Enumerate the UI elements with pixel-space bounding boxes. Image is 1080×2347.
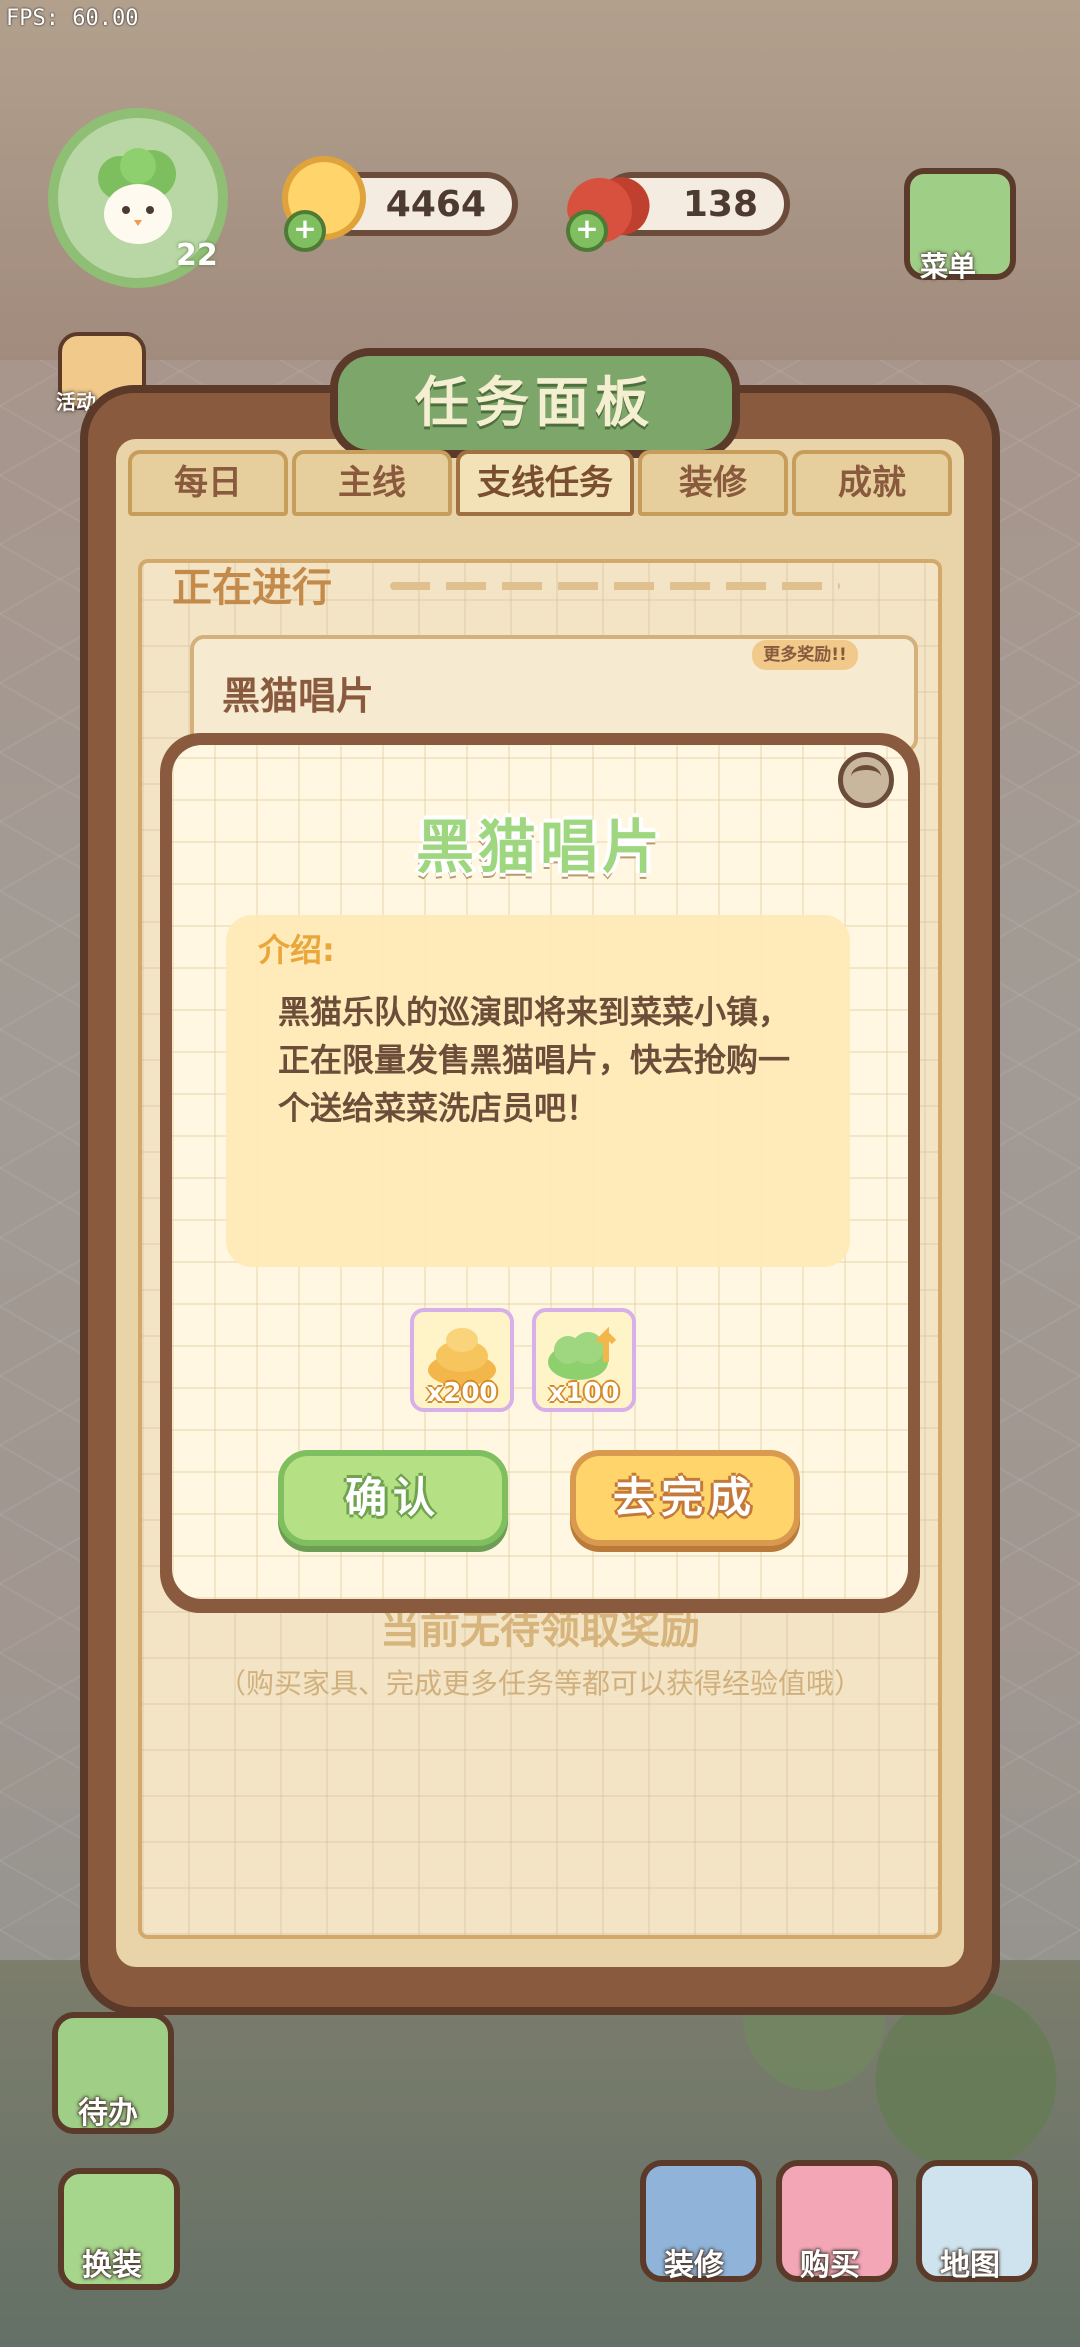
tab-achievement[interactable]: 成就 (792, 450, 952, 516)
tab-main[interactable]: 主线 (292, 450, 452, 516)
tab-side-quest[interactable]: 支线任务 (456, 450, 634, 516)
map-label: 地图 (940, 2248, 1000, 2283)
go-complete-button[interactable]: 去完成 (570, 1450, 800, 1546)
confirm-button[interactable]: 确认 (278, 1450, 508, 1546)
panel-title: 任务面板 (415, 371, 655, 434)
shop-label: 购买 (800, 2248, 860, 2283)
reward-item-coins[interactable]: x200 (410, 1308, 514, 1412)
todo-label: 待办 (78, 2096, 138, 2131)
more-reward-badge: 更多奖励!! (752, 640, 858, 670)
add-hearts-button[interactable]: + (566, 210, 608, 252)
section-divider (390, 582, 840, 590)
intro-text: 黑猫乐队的巡演即将来到菜菜小镇，正在限量发售黑猫唱片，快去抢购一个送给菜菜洗店员… (278, 993, 791, 1127)
tab-daily[interactable]: 每日 (128, 450, 288, 516)
fps-counter: FPS: 60.00 (6, 6, 139, 31)
tab-decorate[interactable]: 装修 (638, 450, 788, 516)
sprout-avatar-icon (98, 148, 176, 244)
empty-reward-subtitle: （购买家具、完成更多任务等都可以获得经验值哦） (217, 1667, 862, 1700)
decorate-label: 装修 (664, 2248, 724, 2283)
reward-qty-exp: x100 (548, 1378, 620, 1408)
player-level: 22 (176, 238, 218, 273)
task-card-title: 黑猫唱片 (222, 674, 375, 718)
heart-value: 138 (682, 184, 758, 225)
dress-up-label: 换装 (82, 2248, 142, 2283)
menu-label: 菜单 (920, 250, 977, 283)
section-in-progress: 正在进行 (172, 565, 332, 611)
dialog-title: 黑猫唱片 (415, 813, 664, 881)
add-coins-button[interactable]: + (284, 210, 326, 252)
intro-label: 介绍: (258, 931, 335, 969)
reward-qty-coins: x200 (426, 1378, 498, 1408)
reward-item-exp[interactable]: x100 (532, 1308, 636, 1412)
coin-value: 4464 (385, 184, 486, 225)
